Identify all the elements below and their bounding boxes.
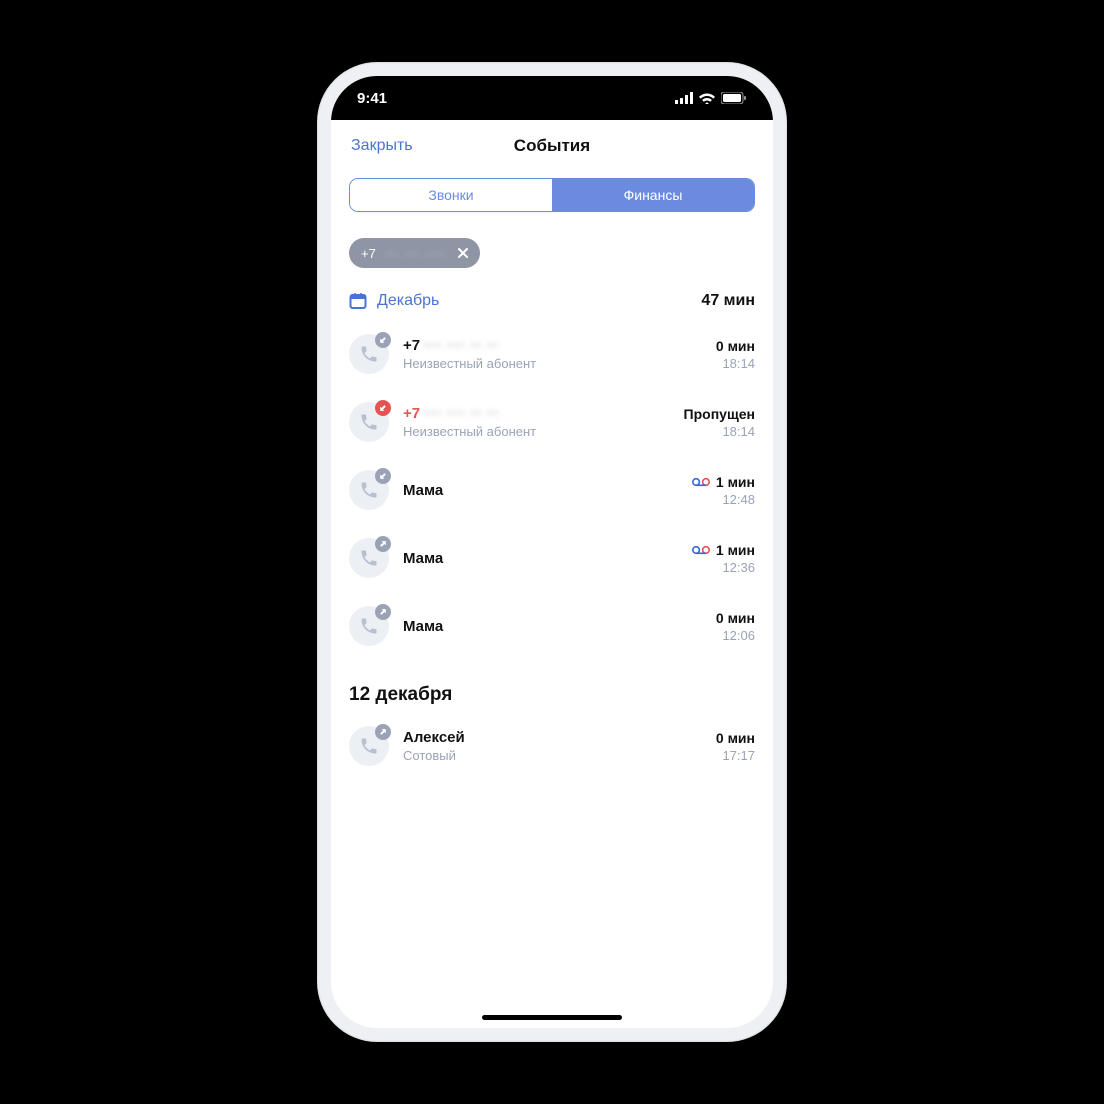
voicemail-icon xyxy=(692,544,710,556)
call-meta: 0 мин 17:17 xyxy=(716,730,755,763)
call-info: Мама xyxy=(403,618,702,635)
tab-finance[interactable]: Финансы xyxy=(552,179,754,211)
outgoing-badge xyxy=(375,604,391,620)
filter-chip-number: ··· ··· ···· xyxy=(384,246,447,261)
month-label: Декабрь xyxy=(377,292,439,310)
month-total: 47 мин xyxy=(701,292,755,310)
call-duration: 0 мин xyxy=(716,338,755,354)
close-button[interactable]: Закрыть xyxy=(351,137,413,155)
notch xyxy=(447,76,657,106)
call-time: 17:17 xyxy=(722,748,755,763)
call-subtitle: Сотовый xyxy=(403,748,702,763)
call-time: 12:36 xyxy=(722,560,755,575)
home-indicator xyxy=(482,1015,622,1020)
phone-screen: 9:41 Закрыть События Звонки Финансы +7 ·… xyxy=(331,76,773,1028)
call-icon xyxy=(349,538,389,578)
call-icon xyxy=(349,606,389,646)
incoming-badge xyxy=(375,332,391,348)
call-duration: 1 мин xyxy=(716,474,755,490)
status-time: 9:41 xyxy=(357,90,387,107)
call-row[interactable]: Алексей Сотовый 0 мин 17:17 xyxy=(331,712,773,780)
call-icon xyxy=(349,402,389,442)
filter-chip[interactable]: +7 ··· ··· ···· xyxy=(349,238,480,268)
call-name: +7 ··· ··· ·· ·· xyxy=(403,337,702,354)
call-info: Алексей Сотовый xyxy=(403,729,702,763)
call-info: +7 ··· ··· ·· ·· Неизвестный абонент xyxy=(403,405,670,439)
call-meta: 1 мин 12:48 xyxy=(692,474,755,507)
call-row[interactable]: Мама 0 мин 12:06 xyxy=(331,592,773,660)
call-icon xyxy=(349,470,389,510)
month-summary: Декабрь 47 мин xyxy=(349,292,755,310)
voicemail-icon xyxy=(692,476,710,488)
calendar-icon xyxy=(349,292,367,310)
call-time: 12:48 xyxy=(722,492,755,507)
battery-icon xyxy=(721,92,747,104)
call-row[interactable]: +7 ··· ··· ·· ·· Неизвестный абонент 0 мин… xyxy=(331,320,773,388)
call-info: +7 ··· ··· ·· ·· Неизвестный абонент xyxy=(403,337,702,371)
call-icon xyxy=(349,726,389,766)
segmented-control: Звонки Финансы xyxy=(349,178,755,212)
wifi-icon xyxy=(699,92,715,104)
call-subtitle: Неизвестный абонент xyxy=(403,356,702,371)
nav-bar: Закрыть События xyxy=(331,120,773,172)
signal-icon xyxy=(675,92,693,104)
call-duration: 1 мин xyxy=(716,542,755,558)
status-icons xyxy=(675,92,747,104)
call-meta: 1 мин 12:36 xyxy=(692,542,755,575)
call-info: Мама xyxy=(403,482,678,499)
month-picker[interactable]: Декабрь xyxy=(349,292,439,310)
call-info: Мама xyxy=(403,550,678,567)
tab-calls[interactable]: Звонки xyxy=(350,179,552,211)
call-duration: Пропущен xyxy=(684,406,755,422)
call-duration: 0 мин xyxy=(716,610,755,626)
section-header: 12 декабря xyxy=(331,660,773,712)
call-name: +7 ··· ··· ·· ·· xyxy=(403,405,670,422)
call-name: Алексей xyxy=(403,729,702,746)
call-icon xyxy=(349,334,389,374)
call-time: 18:14 xyxy=(722,424,755,439)
call-name: Мама xyxy=(403,618,702,635)
filter-chip-prefix: +7 xyxy=(361,246,376,261)
call-name: Мама xyxy=(403,550,678,567)
call-meta: 0 мин 12:06 xyxy=(716,610,755,643)
call-time: 18:14 xyxy=(722,356,755,371)
close-icon[interactable] xyxy=(454,244,472,262)
call-list: +7 ··· ··· ·· ·· Неизвестный абонент 0 мин… xyxy=(331,320,773,1028)
call-time: 12:06 xyxy=(722,628,755,643)
call-row[interactable]: Мама 1 мин 12:36 xyxy=(331,524,773,592)
call-meta: 0 мин 18:14 xyxy=(716,338,755,371)
call-meta: Пропущен 18:14 xyxy=(684,406,755,439)
call-subtitle: Неизвестный абонент xyxy=(403,424,670,439)
page-title: События xyxy=(514,136,590,156)
outgoing-badge xyxy=(375,536,391,552)
call-row[interactable]: +7 ··· ··· ·· ·· Неизвестный абонент Пропу… xyxy=(331,388,773,456)
phone-frame: 9:41 Закрыть События Звонки Финансы +7 ·… xyxy=(317,62,787,1042)
call-name: Мама xyxy=(403,482,678,499)
outgoing-badge xyxy=(375,724,391,740)
call-row[interactable]: Мама 1 мин 12:48 xyxy=(331,456,773,524)
missed-badge xyxy=(375,400,391,416)
incoming-badge xyxy=(375,468,391,484)
call-duration: 0 мин xyxy=(716,730,755,746)
